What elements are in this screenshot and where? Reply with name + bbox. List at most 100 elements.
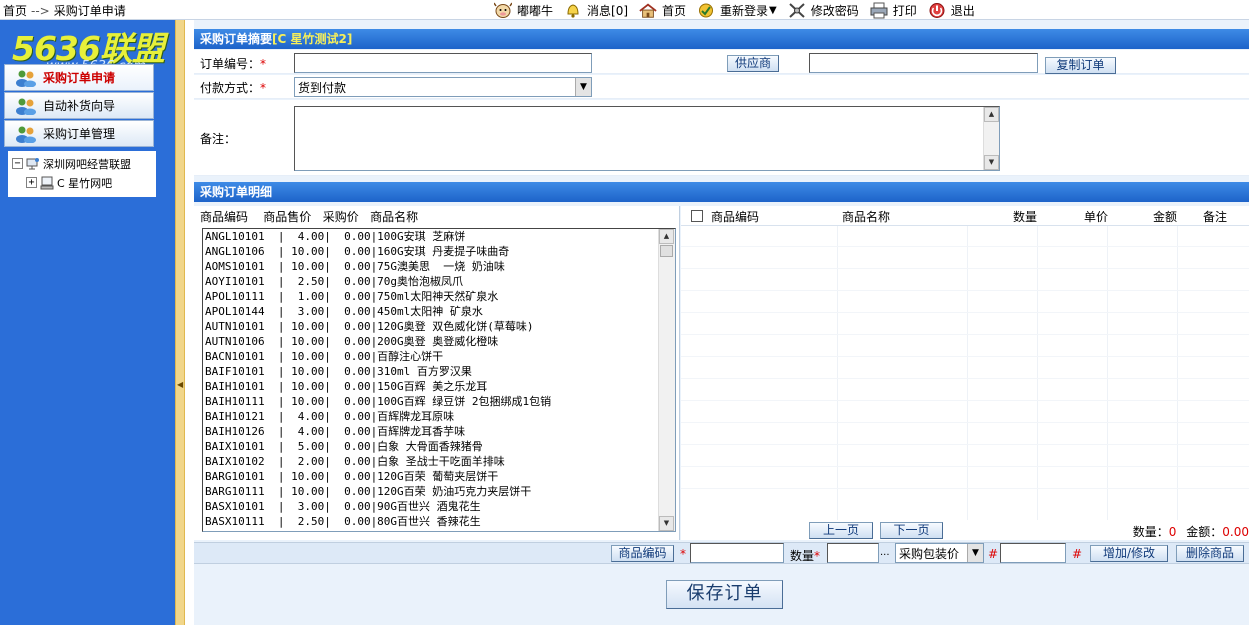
payment-select[interactable]: 货到付款 ▼ <box>294 77 592 97</box>
product-list-item[interactable]: APOL10144 | 3.00| 0.00|450ml太阳神 矿泉水 <box>203 304 675 319</box>
toolbar-print[interactable]: 打印 <box>870 2 917 19</box>
tree-node-union[interactable]: − 深圳网吧经营联盟 <box>12 154 152 173</box>
remark-textarea[interactable]: ▲ ▼ <box>294 106 1000 171</box>
sidebar-nav: 采购订单申请 自动补货向导 采购订单管理 <box>4 64 154 148</box>
copy-order-button[interactable]: 复制订单 <box>1045 57 1116 74</box>
toolbar-home-label: 首页 <box>662 3 687 18</box>
product-listbox[interactable]: ANGL10101 | 4.00| 0.00|100G安琪 芝麻饼 ANGL101… <box>202 228 676 532</box>
toolbar-home[interactable]: 首页 <box>639 2 686 19</box>
sidebar-item-auto-replenish[interactable]: 自动补货向导 <box>4 92 154 119</box>
summary-store: [C 星竹测试2] <box>272 32 353 46</box>
product-list-item[interactable]: AUTN10106 | 10.00| 0.00|200G奥登 奥登威化橙味 <box>203 334 675 349</box>
col-quantity: 数量 <box>1013 210 1038 224</box>
price-type-select[interactable]: 采购包装价 ▼ <box>895 543 984 563</box>
toolbar-user[interactable]: 嘟嘟牛 <box>494 2 553 19</box>
arrow-down-icon: ▼ <box>769 4 777 16</box>
order-no-label: 订单编号：* <box>200 57 267 71</box>
product-code-button[interactable]: 商品编码 <box>611 545 674 562</box>
product-list-item[interactable]: BAIX10102 | 2.00| 0.00|白象 圣战士干吃面羊排味 <box>203 454 675 469</box>
payment-select-value: 货到付款 <box>298 81 347 95</box>
scroll-up-icon[interactable]: ▲ <box>984 107 999 122</box>
order-no-row: 订单编号：* 供应商 复制订单 <box>194 50 1249 74</box>
product-list-item[interactable]: BASX10111 | 2.50| 0.00|80G百世兴 香辣花生 <box>203 514 675 529</box>
prev-page-button[interactable]: 上一页 <box>809 522 873 539</box>
product-list-header: 商品编码 商品售价 采购价 商品名称 <box>200 210 419 224</box>
save-order-button[interactable]: 保存订单 <box>666 580 783 609</box>
toolbar-print-label: 打印 <box>892 3 917 18</box>
select-all-checkbox[interactable] <box>691 210 703 222</box>
supplier-input[interactable] <box>809 53 1038 73</box>
sidebar-item-order-management[interactable]: 采购订单管理 <box>4 120 154 147</box>
toolbar-relogin-label: 重新登录 <box>720 3 769 18</box>
product-list-item[interactable]: BAIX10101 | 5.00| 0.00|白象 大骨面香辣猪骨 <box>203 439 675 454</box>
supplier-button[interactable]: 供应商 <box>727 55 779 72</box>
toolbar-change-password-label: 修改密码 <box>810 3 859 18</box>
entry-qty-label: 数量* <box>790 549 821 563</box>
sidebar-item-purchase-request[interactable]: 采购订单申请 <box>4 64 154 91</box>
product-list-item[interactable]: BAIH10126 | 4.00| 0.00|百辉牌龙耳香芋味 <box>203 424 675 439</box>
breadcrumb-home[interactable]: 首页 <box>3 4 27 18</box>
toolbar-relogin[interactable]: 重新登录 ▼ <box>697 2 777 19</box>
total-qty-value: 0 <box>1168 525 1177 539</box>
remark-row: 备注： ▲ ▼ <box>194 100 1249 176</box>
product-list-item[interactable]: BAIH10101 | 10.00| 0.00|150G百辉 美之乐龙耳 <box>203 379 675 394</box>
totals: 数量：0 金额：0.00 <box>1133 523 1249 540</box>
breadcrumb-current: 采购订单申请 <box>53 4 126 18</box>
order-lines-panel: 商品编码 商品名称 数量 单价 金额 备注 上一页 下一页 数量：0 金额：0.… <box>681 206 1249 540</box>
order-no-input[interactable] <box>294 53 592 73</box>
store-tree: − 深圳网吧经营联盟 + C 星竹网吧 <box>8 151 156 197</box>
tree-collapse-toggle[interactable]: − <box>12 158 23 169</box>
entry-qty-input[interactable] <box>827 543 879 563</box>
collapse-arrow-icon[interactable]: ◀ <box>177 380 184 390</box>
scroll-up-icon[interactable]: ▲ <box>659 229 674 244</box>
detail-header: 采购订单明细 <box>194 182 1249 202</box>
exit-icon <box>928 2 946 19</box>
product-list-item[interactable]: BACN10101 | 10.00| 0.00|百醇注心饼干 <box>203 349 675 364</box>
next-page-button[interactable]: 下一页 <box>880 522 943 539</box>
tree-expand-toggle[interactable]: + <box>26 177 37 188</box>
product-list-item[interactable]: BARG10111 | 10.00| 0.00|120G百荣 奶油巧克力夹层饼干 <box>203 484 675 499</box>
product-list-item[interactable]: APOL10111 | 1.00| 0.00|750ml太阳神天然矿泉水 <box>203 289 675 304</box>
toolbar-messages[interactable]: 消息[0] <box>564 2 628 19</box>
dropdown-arrow-icon[interactable]: ▼ <box>967 544 983 562</box>
toolbar-user-label: 嘟嘟牛 <box>517 3 554 18</box>
product-list-item[interactable]: BAIH10111 | 10.00| 0.00|100G百辉 绿豆饼 2包捆绑成… <box>203 394 675 409</box>
sidebar-item-label: 采购订单申请 <box>43 71 116 85</box>
tree-node-store[interactable]: + C 星竹网吧 <box>12 173 152 192</box>
product-list-item[interactable]: ANGL10101 | 4.00| 0.00|100G安琪 芝麻饼 <box>203 229 675 244</box>
scroll-down-icon[interactable]: ▼ <box>659 516 674 531</box>
bell-icon <box>564 2 582 19</box>
product-list-item[interactable]: BASX10101 | 3.00| 0.00|90G百世兴 酒鬼花生 <box>203 499 675 514</box>
toolbar-exit[interactable]: 退出 <box>928 2 975 19</box>
toolbar: 嘟嘟牛 消息[0] 首页 重新登录 ▼ 修改密码 打印 退出 <box>494 0 986 20</box>
product-list-item[interactable]: ANGL10106 | 10.00| 0.00|160G安琪 丹麦提子味曲奇 <box>203 244 675 259</box>
toolbar-messages-label: 消息[0] <box>587 3 629 18</box>
left-sidebar: 5636联盟 www.5636.com 采购订单申请 自动补货向导 采购订单管理… <box>0 20 175 625</box>
product-list-scrollbar[interactable]: ▲ ▼ <box>658 229 675 531</box>
remark-scrollbar[interactable]: ▲ ▼ <box>983 107 999 170</box>
total-amount-label: 金额： <box>1186 525 1223 539</box>
add-modify-button[interactable]: 增加/修改 <box>1090 545 1168 562</box>
home-icon <box>639 2 657 19</box>
dropdown-arrow-icon[interactable]: ▼ <box>575 78 591 96</box>
product-list-item[interactable]: BAIH10121 | 4.00| 0.00|百辉牌龙耳原味 <box>203 409 675 424</box>
product-code-input[interactable] <box>690 543 784 563</box>
total-qty-label: 数量： <box>1132 525 1169 539</box>
delete-item-button[interactable]: 删除商品 <box>1176 545 1244 562</box>
required-mark: * <box>680 547 686 561</box>
product-list-item[interactable]: AOYI10101 | 2.50| 0.00|70g奥怡泡椒凤爪 <box>203 274 675 289</box>
qty-ellipsis[interactable]: ... <box>880 547 890 558</box>
product-list-item[interactable]: AOMS10101 | 10.00| 0.00|75G澳美思 一烧 奶油味 <box>203 259 675 274</box>
entry-price-input[interactable] <box>1000 543 1066 563</box>
col-product-code: 商品编码 <box>711 210 760 224</box>
product-list-item[interactable]: BARG10101 | 10.00| 0.00|120G百荣 葡萄夹层饼干 <box>203 469 675 484</box>
toolbar-change-password[interactable]: 修改密码 <box>788 2 859 19</box>
scroll-thumb[interactable] <box>660 245 673 257</box>
product-list-item[interactable]: BAIF10101 | 10.00| 0.00|310ml 百方罗汉果 <box>203 364 675 379</box>
breadcrumb-separator: --> <box>31 4 50 18</box>
product-list-item[interactable]: AUTN10101 | 10.00| 0.00|120G奥登 双色威化饼(草莓味… <box>203 319 675 334</box>
computer-icon <box>40 176 54 190</box>
scroll-down-icon[interactable]: ▼ <box>984 155 999 170</box>
sidebar-splitter[interactable]: ◀ <box>175 20 185 625</box>
tree-node-label: 深圳网吧经营联盟 <box>43 157 131 171</box>
